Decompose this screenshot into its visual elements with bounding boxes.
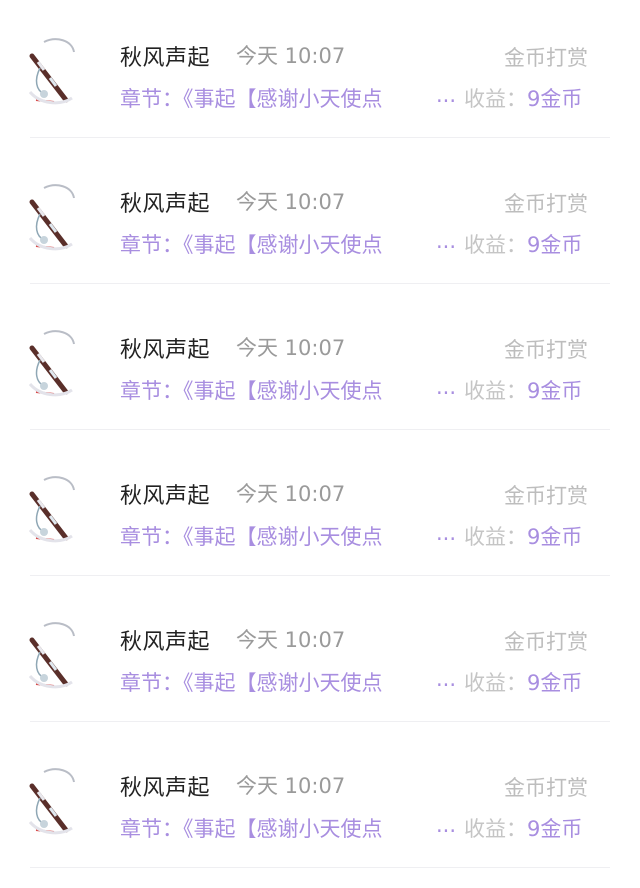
timestamp: 今天 10:07: [236, 190, 346, 214]
income-value: 9金币: [527, 525, 583, 549]
user-avatar[interactable]: [14, 764, 90, 840]
chapter-title: 章节：《事起【感谢小天使点: [120, 233, 383, 257]
row-divider: [30, 283, 610, 284]
user-avatar[interactable]: [14, 618, 90, 694]
user-name[interactable]: 秋风声起: [120, 332, 210, 364]
chapter-link[interactable]: 章节：《事起【感谢小天使点...: [120, 83, 456, 113]
income-label: 收益：: [464, 87, 527, 111]
reward-type: 金币打赏: [504, 630, 588, 654]
timestamp: 今天 10:07: [236, 336, 346, 360]
income: 收益：9金币: [464, 521, 582, 551]
chapter-ellipsis: ...: [433, 229, 456, 253]
notification-row[interactable]: 秋风声起 今天 10:07 金币打赏 章节：《事起【感谢小天使点... 收益：9…: [0, 584, 640, 730]
notification-row[interactable]: 秋风声起 今天 10:07 金币打赏 章节：《事起【感谢小天使点... 收益：9…: [0, 146, 640, 292]
row-divider: [30, 137, 610, 138]
reward-type: 金币打赏: [504, 776, 588, 800]
row-divider: [30, 721, 610, 722]
chapter-title: 章节：《事起【感谢小天使点: [120, 379, 383, 403]
chapter-ellipsis: ...: [433, 813, 456, 837]
row-divider: [30, 575, 610, 576]
reward-type: 金币打赏: [504, 46, 588, 70]
reward-notification-list: 秋风声起 今天 10:07 金币打赏 章节：《事起【感谢小天使点... 收益：9…: [0, 0, 640, 888]
income-value: 9金币: [527, 817, 583, 841]
income-value: 9金币: [527, 379, 583, 403]
flute-tassel-avatar-icon: [14, 326, 90, 402]
income-value: 9金币: [527, 233, 583, 257]
chapter-ellipsis: ...: [433, 667, 456, 691]
reward-type: 金币打赏: [504, 338, 588, 362]
chapter-ellipsis: ...: [433, 83, 456, 107]
notification-row[interactable]: 秋风声起 今天 10:07 金币打赏 章节：《事起【感谢小天使点... 收益：9…: [0, 730, 640, 876]
flute-tassel-avatar-icon: [14, 472, 90, 548]
user-name[interactable]: 秋风声起: [120, 186, 210, 218]
user-name[interactable]: 秋风声起: [120, 40, 210, 72]
income: 收益：9金币: [464, 83, 582, 113]
flute-tassel-avatar-icon: [14, 764, 90, 840]
user-avatar[interactable]: [14, 326, 90, 402]
user-avatar[interactable]: [14, 34, 90, 110]
notification-row[interactable]: 秋风声起 今天 10:07 金币打赏 章节：《事起【感谢小天使点... 收益：9…: [0, 0, 640, 146]
income: 收益：9金币: [464, 813, 582, 843]
income: 收益：9金币: [464, 229, 582, 259]
income-label: 收益：: [464, 233, 527, 257]
income-value: 9金币: [527, 87, 583, 111]
flute-tassel-avatar-icon: [14, 618, 90, 694]
user-name[interactable]: 秋风声起: [120, 478, 210, 510]
notification-row[interactable]: 秋风声起 今天 10:07 金币打赏 章节：《事起【感谢小天使点... 收益：9…: [0, 292, 640, 438]
timestamp: 今天 10:07: [236, 44, 346, 68]
chapter-title: 章节：《事起【感谢小天使点: [120, 671, 383, 695]
chapter-link[interactable]: 章节：《事起【感谢小天使点...: [120, 375, 456, 405]
chapter-link[interactable]: 章节：《事起【感谢小天使点...: [120, 521, 456, 551]
timestamp: 今天 10:07: [236, 482, 346, 506]
flute-tassel-avatar-icon: [14, 180, 90, 256]
notification-row[interactable]: 秋风声起 今天 10:07 金币打赏 章节：《事起【感谢小天使点... 收益：9…: [0, 438, 640, 584]
reward-type: 金币打赏: [504, 484, 588, 508]
chapter-link[interactable]: 章节：《事起【感谢小天使点...: [120, 667, 456, 697]
income-label: 收益：: [464, 379, 527, 403]
user-name[interactable]: 秋风声起: [120, 624, 210, 656]
user-name[interactable]: 秋风声起: [120, 770, 210, 802]
income-label: 收益：: [464, 817, 527, 841]
income: 收益：9金币: [464, 667, 582, 697]
income-label: 收益：: [464, 671, 527, 695]
reward-type: 金币打赏: [504, 192, 588, 216]
flute-tassel-avatar-icon: [14, 34, 90, 110]
chapter-link[interactable]: 章节：《事起【感谢小天使点...: [120, 813, 456, 843]
chapter-title: 章节：《事起【感谢小天使点: [120, 525, 383, 549]
chapter-ellipsis: ...: [433, 375, 456, 399]
chapter-title: 章节：《事起【感谢小天使点: [120, 87, 383, 111]
row-divider: [30, 867, 610, 868]
row-divider: [30, 429, 610, 430]
chapter-link[interactable]: 章节：《事起【感谢小天使点...: [120, 229, 456, 259]
income-label: 收益：: [464, 525, 527, 549]
chapter-ellipsis: ...: [433, 521, 456, 545]
income: 收益：9金币: [464, 375, 582, 405]
timestamp: 今天 10:07: [236, 774, 346, 798]
chapter-title: 章节：《事起【感谢小天使点: [120, 817, 383, 841]
user-avatar[interactable]: [14, 472, 90, 548]
income-value: 9金币: [527, 671, 583, 695]
user-avatar[interactable]: [14, 180, 90, 256]
timestamp: 今天 10:07: [236, 628, 346, 652]
